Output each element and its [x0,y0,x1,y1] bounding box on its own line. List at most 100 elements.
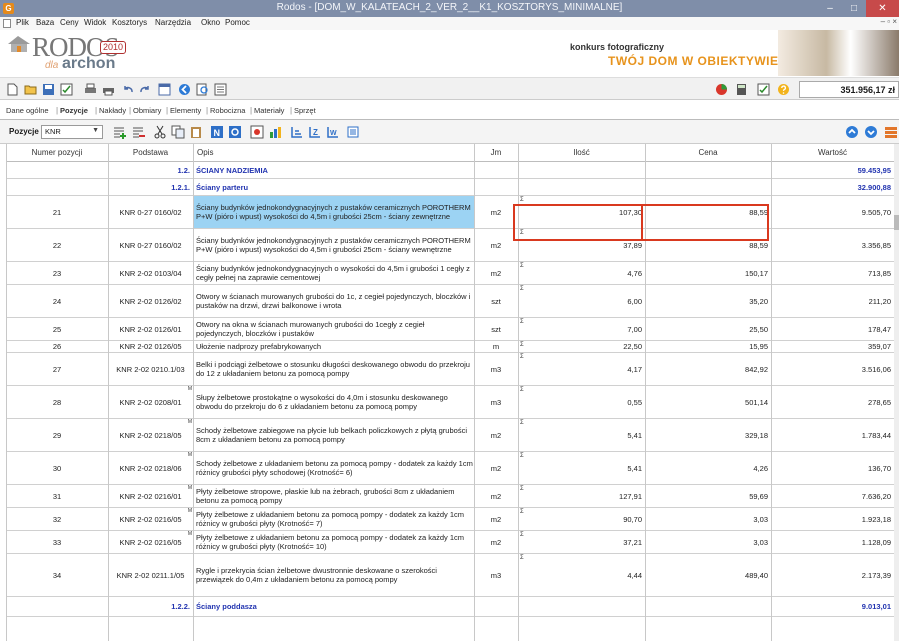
list-icon[interactable] [214,83,227,96]
tab-naklady[interactable]: Nakłady [99,106,126,115]
tab-robocizna[interactable]: Robocizna [210,106,245,115]
table-row[interactable]: 31 KNR 2-02 0216/01 M Płyty żelbetowe strop… [6,485,894,508]
position-description[interactable]: Ściany budynków jednokondygnacyjnych z p… [193,196,474,228]
position-description[interactable]: Rygle i przekrycia ścian żelbetowe dwust… [193,554,474,596]
close-button[interactable]: ✕ [866,0,899,17]
section-row[interactable]: 1.2.1. Ściany parteru 32.900,88 [6,179,894,196]
position-quantity[interactable]: 0,55 Σ [518,386,645,418]
position-quantity[interactable] [518,179,645,195]
col-header-value[interactable]: Wartość [771,144,894,162]
position-quantity[interactable]: 127,91 Σ [518,485,645,507]
back-icon[interactable] [178,83,191,96]
menu-narzedzia[interactable]: Narzędzia [155,18,191,27]
position-price[interactable]: 3,03 [645,531,771,553]
position-quantity[interactable]: 90,70 Σ [518,508,645,530]
align-left-icon[interactable] [290,125,304,139]
position-price[interactable] [645,162,771,178]
copy-icon[interactable] [171,125,185,139]
catalog-select[interactable]: KNR ▼ [41,125,103,139]
col-header-unit[interactable]: Jm [474,144,518,162]
table-row[interactable]: 30 KNR 2-02 0218/06 M Schody żelbetowe z uk… [6,452,894,485]
menu-pomoc[interactable]: Pomoc [225,18,250,27]
position-description[interactable]: Otwory na okna w ścianach murowanych gru… [193,318,474,340]
print-preview-icon[interactable] [84,83,97,96]
section-row[interactable]: 1.2.2. Ściany poddasza 9.013,01 [6,597,894,617]
mdi-window-controls[interactable]: – ▫ × [881,17,897,26]
position-quantity[interactable]: 4,76 Σ [518,262,645,284]
pie-chart-icon[interactable] [715,83,728,96]
new-position-icon[interactable]: N [210,125,224,139]
help-icon[interactable] [777,83,790,96]
weight-icon[interactable]: W [326,125,340,139]
new-file-icon[interactable] [6,83,19,96]
position-quantity[interactable]: 5,41 Σ [518,419,645,451]
position-price[interactable]: 25,50 [645,318,771,340]
table-row[interactable]: 25 KNR 2-02 0126/01 Otwory na okna w ścian… [6,318,894,341]
table-row[interactable]: 34 KNR 2-02 0211.1/05 Rygle i przekrycia ś… [6,554,894,597]
title-bar[interactable]: G Rodos - [DOM_W_KALATEACH_2_VER_2__K1_K… [0,0,899,17]
tab-materialy[interactable]: Materiały [254,106,284,115]
chart-icon[interactable] [268,125,282,139]
position-quantity[interactable] [518,597,645,616]
position-description[interactable]: Schody żelbetowe zabiegowe na płycie lub… [193,419,474,451]
window-icon[interactable] [158,83,171,96]
promo-title[interactable]: TWÓJ DOM W OBIEKTYWIE [608,54,779,68]
export-icon[interactable] [884,125,898,139]
table-row[interactable]: 24 KNR 2-02 0126/02 Otwory w ścianach muro… [6,285,894,318]
position-price[interactable]: 59,69 [645,485,771,507]
position-price[interactable]: 150,17 [645,262,771,284]
maximize-button[interactable]: □ [842,0,866,17]
menu-baza[interactable]: Baza [36,18,54,27]
move-down-icon[interactable] [864,125,878,139]
print-icon[interactable] [102,83,115,96]
minimize-button[interactable]: – [818,0,842,17]
position-quantity[interactable]: 4,17 Σ [518,353,645,385]
position-price[interactable]: 15,95 [645,341,771,352]
position-description[interactable]: Ściany parteru [193,179,474,195]
redo-icon[interactable] [138,83,151,96]
save-icon[interactable] [42,83,55,96]
position-quantity[interactable]: 6,00 Σ [518,285,645,317]
position-price[interactable]: 489,40 [645,554,771,596]
table-row[interactable]: 23 KNR 2-02 0103/04 Ściany budynków jednok… [6,262,894,285]
table-row[interactable]: 26 KNR 2-02 0126/05 Ułożenie nadprozy pref… [6,341,894,353]
col-header-description[interactable]: Opis [193,144,474,162]
col-header-number[interactable]: Numer pozycji [6,144,108,162]
position-description[interactable]: Słupy żelbetowe prostokątne o wysokości … [193,386,474,418]
menu-widok[interactable]: Widok [84,18,106,27]
open-folder-icon[interactable] [24,83,37,96]
insert-row-icon[interactable] [112,125,126,139]
promo-photo[interactable] [778,30,899,76]
tab-dane-ogolne[interactable]: Dane ogólne [6,106,49,115]
position-quantity[interactable]: 7,00 Σ [518,318,645,340]
paste-icon[interactable] [189,125,203,139]
table-row[interactable]: 33 KNR 2-02 0216/05 M Płyty żelbetowe z ukł… [6,531,894,554]
tab-sprzet[interactable]: Sprzęt [294,106,316,115]
position-quantity[interactable]: 5,41 Σ [518,452,645,484]
position-description[interactable]: Ściany budynków jednokondygnacyjnych o w… [193,262,474,284]
table-row[interactable]: 29 KNR 2-02 0218/05 M Schody żelbetowe zabi… [6,419,894,452]
position-quantity[interactable]: 4,44 Σ [518,554,645,596]
position-description[interactable]: Ułożenie nadprozy prefabrykowanych [193,341,474,352]
col-header-price[interactable]: Cena [645,144,771,162]
grid-icon[interactable] [346,125,360,139]
table-row[interactable]: 28 KNR 2-02 0208/01 M Słupy żelbetowe prost… [6,386,894,419]
section-row[interactable]: 1.2. ŚCIANY NADZIEMIA 59.453,95 [6,162,894,179]
table-row[interactable]: 27 KNR 2-02 0210.1/03 Belki i podciągi żel… [6,353,894,386]
tab-pozycje[interactable]: Pozycje [60,106,88,115]
position-price[interactable] [645,179,771,195]
menu-okno[interactable]: Okno [201,18,220,27]
position-quantity[interactable]: 22,50 Σ [518,341,645,352]
document-icon[interactable] [3,19,11,28]
zoom-z-icon[interactable]: Z [308,125,322,139]
position-description[interactable]: Płyty żelbetowe z układaniem betonu za p… [193,508,474,530]
position-description[interactable]: Belki i podciągi żelbetowe o stosunku dł… [193,353,474,385]
menu-kosztorys[interactable]: Kosztorys [112,18,147,27]
menu-ceny[interactable]: Ceny [60,18,79,27]
position-description[interactable]: Otwory w ścianach murowanych grubości do… [193,285,474,317]
position-price[interactable]: 329,18 [645,419,771,451]
col-header-quantity[interactable]: Ilość [518,144,645,162]
position-price[interactable]: 35,20 [645,285,771,317]
position-description[interactable]: Ściany poddasza [193,597,474,616]
validate-icon[interactable] [757,83,770,96]
